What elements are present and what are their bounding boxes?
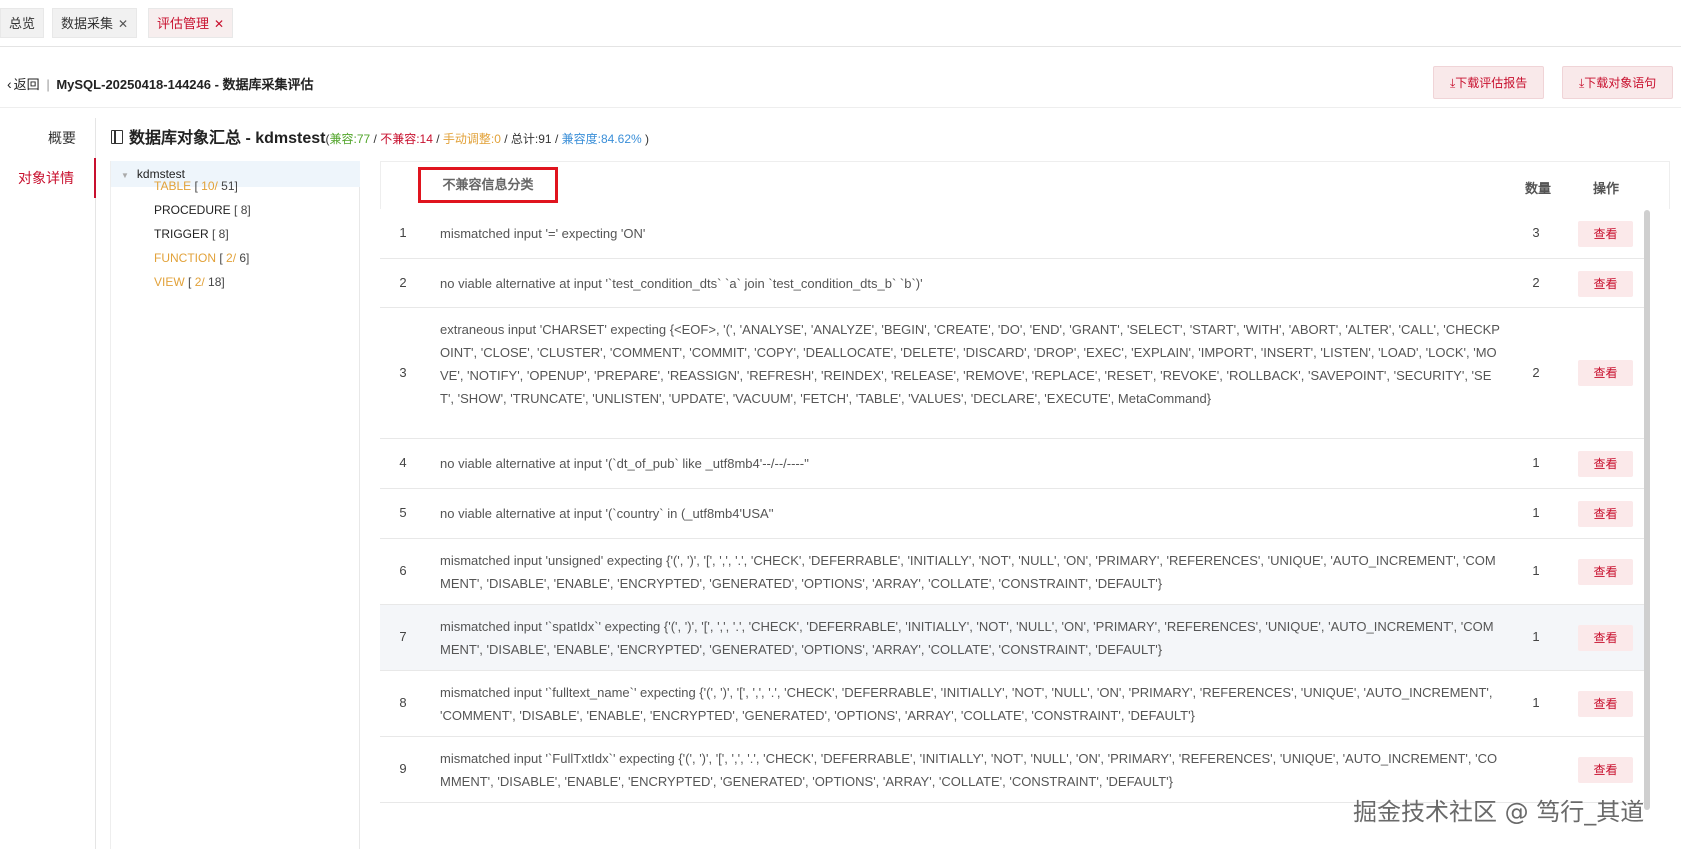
table-row: 6 mismatched input 'unsigned' expecting … [380, 539, 1650, 605]
table-scrollbar[interactable] [1644, 210, 1650, 810]
row-number: 6 [399, 563, 407, 578]
incompat-table: 不兼容信息分类 数量 操作 1 mismatched input '=' exp… [380, 161, 1670, 849]
tree-node-function[interactable]: FUNCTION [ 2/ 6] [154, 248, 249, 268]
nav-item-overview[interactable]: 概要 [0, 118, 96, 158]
page-header: ‹ 返回 | MySQL-20250418-144246 - 数据库采集评估 ⤓下… [0, 48, 1681, 108]
tree-node-view[interactable]: VIEW [ 2/ 18] [154, 272, 225, 292]
chevron-left-icon: ‹ [7, 76, 12, 92]
row-qty: 1 [1532, 455, 1540, 470]
row-message: extraneous input 'CHARSET' expecting {<E… [440, 322, 1500, 406]
download-report-button[interactable]: ⤓下载评估报告 [1433, 66, 1545, 99]
tree-node-table[interactable]: TABLE [ 10/ 51] [154, 176, 238, 196]
tab-label: 评估管理 [157, 16, 210, 31]
object-tree: ▼ kdmstest TABLE [ 10/ 51] PROCEDURE [ 8]… [110, 161, 360, 849]
table-row: 3 extraneous input 'CHARSET' expecting {… [380, 308, 1650, 439]
document-icon [111, 130, 123, 144]
row-qty: 1 [1532, 695, 1540, 710]
column-header-category: 不兼容信息分类 [418, 167, 558, 203]
tab-label: 数据采集 [61, 16, 114, 31]
table-header: 不兼容信息分类 数量 操作 [380, 161, 1670, 209]
row-qty: 2 [1532, 275, 1540, 290]
close-icon[interactable]: ✕ [118, 17, 128, 31]
row-qty: 1 [1532, 563, 1540, 578]
table-row: 4 no viable alternative at input '(`dt_o… [380, 439, 1650, 489]
tab-assessment[interactable]: 评估管理 ✕ [148, 8, 234, 38]
row-message: mismatched input '=' expecting 'ON' [440, 226, 646, 241]
row-number: 5 [399, 505, 407, 520]
column-header-op: 操作 [1593, 181, 1620, 196]
row-message: no viable alternative at input '(`countr… [440, 506, 774, 521]
row-number: 7 [399, 629, 407, 644]
section-title: 数据库对象汇总 - kdmstest(兼容:77 / 不兼容:14 / 手动调整… [111, 128, 649, 150]
tree-node-trigger[interactable]: TRIGGER [ 8] [154, 224, 229, 244]
tab-data-collection[interactable]: 数据采集 ✕ [52, 8, 138, 38]
row-number: 9 [399, 761, 407, 776]
nav-item-object-details[interactable]: 对象详情 [0, 158, 96, 198]
tab-overview[interactable]: 总览 [0, 8, 45, 38]
back-button[interactable]: ‹ 返回 [7, 76, 40, 92]
tab-bar: 总览 数据采集 ✕ 评估管理 ✕ [0, 0, 1681, 47]
row-message: no viable alternative at input '(`dt_of_… [440, 456, 810, 471]
table-row: 8 mismatched input '`fulltext_name`' exp… [380, 671, 1650, 737]
row-message: mismatched input '`FullTxtIdx`' expectin… [440, 751, 1498, 789]
breadcrumb-separator: | [46, 77, 50, 92]
row-number: 4 [399, 455, 407, 470]
view-button[interactable]: 查看 [1578, 360, 1633, 386]
view-button[interactable]: 查看 [1578, 757, 1633, 783]
row-message: mismatched input '`spatIdx`' expecting {… [440, 619, 1494, 657]
row-message: mismatched input 'unsigned' expecting {'… [440, 553, 1496, 591]
view-button[interactable]: 查看 [1578, 221, 1633, 247]
tab-label: 总览 [9, 16, 36, 31]
table-row: 2 no viable alternative at input '`test_… [380, 259, 1650, 308]
tree-node-procedure[interactable]: PROCEDURE [ 8] [154, 200, 251, 220]
row-qty: 3 [1532, 225, 1540, 240]
row-message: mismatched input '`fulltext_name`' expec… [440, 685, 1493, 723]
row-number: 3 [399, 365, 407, 380]
row-qty: 2 [1532, 365, 1540, 380]
stat-manual: 手动调整:0 [442, 132, 501, 146]
row-message: no viable alternative at input '`test_co… [440, 276, 923, 291]
table-row: 5 no viable alternative at input '(`coun… [380, 489, 1650, 539]
breadcrumb: ‹ 返回 | MySQL-20250418-144246 - 数据库采集评估 [7, 74, 314, 93]
caret-down-icon[interactable]: ▼ [121, 163, 129, 189]
row-qty: 1 [1532, 505, 1540, 520]
stat-compat-rate: 兼容度:84.62% [561, 132, 642, 146]
page-title: MySQL-20250418-144246 - 数据库采集评估 [56, 77, 314, 92]
view-button[interactable]: 查看 [1578, 501, 1633, 527]
row-number: 2 [399, 275, 407, 290]
stat-incompatible: 不兼容:14 [380, 132, 433, 146]
view-button[interactable]: 查看 [1578, 451, 1633, 477]
stat-compatible: 兼容:77 [329, 132, 371, 146]
table-row: 7 mismatched input '`spatIdx`' expecting… [380, 605, 1650, 671]
view-button[interactable]: 查看 [1578, 559, 1633, 585]
watermark: 掘金技术社区 @ 笃行_其道 [1353, 798, 1645, 826]
close-icon[interactable]: ✕ [214, 17, 224, 31]
row-number: 1 [399, 225, 407, 240]
stat-total: 总计:91 [510, 132, 552, 146]
view-button[interactable]: 查看 [1578, 691, 1633, 717]
summary-stats: (兼容:77 / 不兼容:14 / 手动调整:0 / 总计:91 / 兼容度:8… [325, 132, 650, 146]
row-number: 8 [399, 695, 407, 710]
table-row: 1 mismatched input '=' expecting 'ON' 3 … [380, 209, 1650, 259]
download-objects-button[interactable]: ⤓下载对象语句 [1562, 66, 1674, 99]
column-header-qty: 数量 [1525, 181, 1552, 196]
row-qty: 1 [1532, 629, 1540, 644]
view-button[interactable]: 查看 [1578, 271, 1633, 297]
view-button[interactable]: 查看 [1578, 625, 1633, 651]
nav-divider [95, 118, 96, 849]
